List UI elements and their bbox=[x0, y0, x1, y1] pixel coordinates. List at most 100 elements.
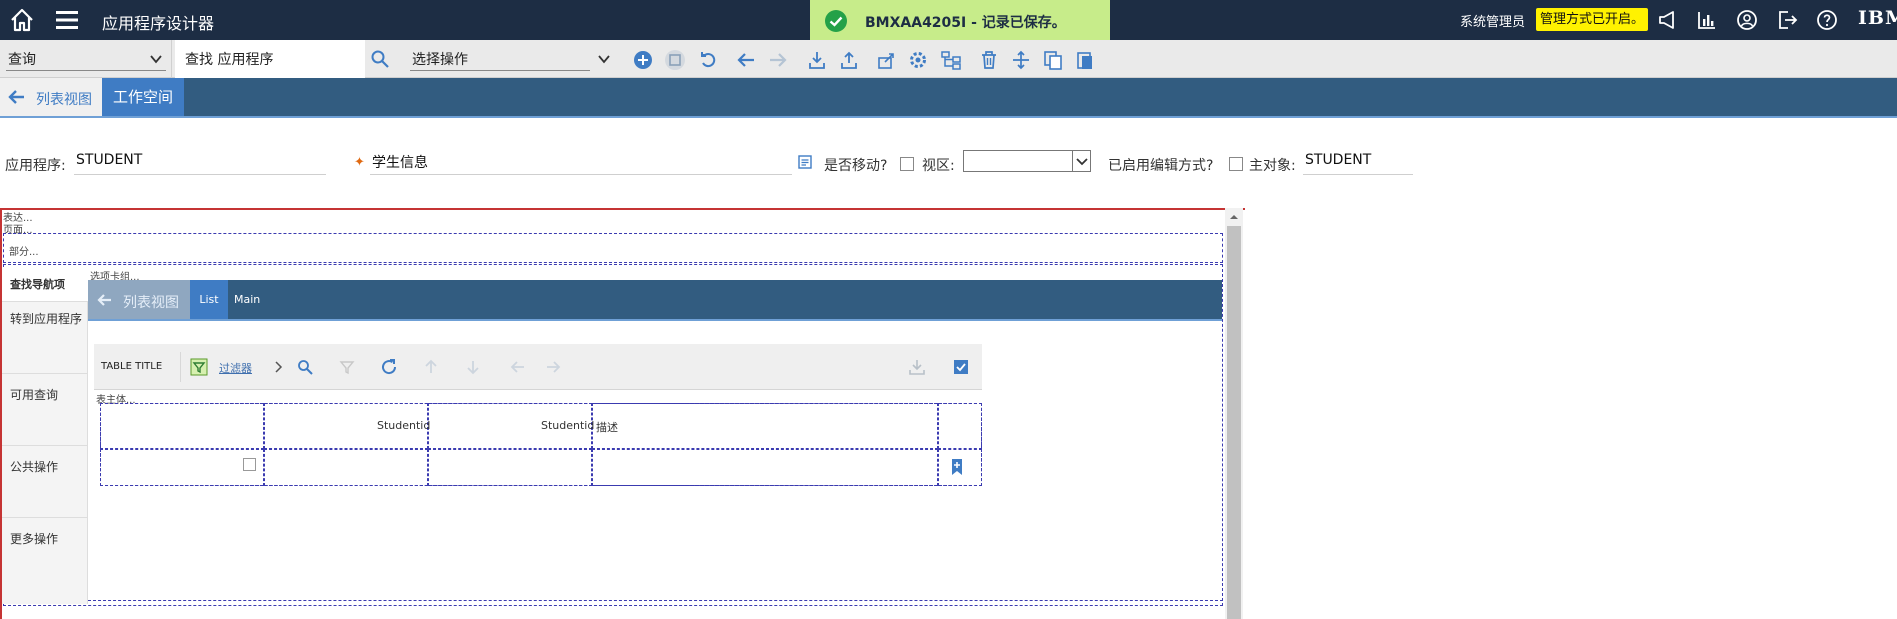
sort-down-icon[interactable] bbox=[464, 358, 482, 376]
home-icon[interactable] bbox=[9, 7, 35, 33]
chevron-right-icon[interactable] bbox=[269, 358, 287, 376]
cell-description[interactable] bbox=[592, 449, 938, 486]
admin-mode-badge[interactable]: 管理方式已开启。 bbox=[1536, 8, 1648, 31]
select-action-dropdown[interactable]: 选择操作 bbox=[410, 40, 615, 78]
tab-list[interactable]: List bbox=[190, 280, 228, 319]
new-record-icon[interactable] bbox=[632, 49, 654, 71]
move-icon[interactable] bbox=[1010, 49, 1032, 71]
inner-list-view-label: 列表视图 bbox=[123, 295, 179, 311]
sidebar-item-more-actions[interactable]: 更多操作 bbox=[2, 518, 88, 604]
share-icon[interactable] bbox=[875, 49, 897, 71]
filter-icon[interactable] bbox=[190, 358, 208, 376]
column-label-studentid-2: Studentid bbox=[541, 419, 595, 432]
main-object-label: 主对象: bbox=[1249, 158, 1296, 174]
sidebar-item-common-actions[interactable]: 公共操作 bbox=[2, 446, 88, 518]
page-previous-icon[interactable] bbox=[509, 358, 527, 376]
refresh-icon[interactable] bbox=[380, 358, 398, 376]
duplicate-icon[interactable] bbox=[1042, 49, 1064, 71]
canvas-scrollbar[interactable] bbox=[1225, 208, 1243, 619]
search-input[interactable]: 查找 应用程序 bbox=[175, 40, 365, 78]
scrollbar-thumb[interactable] bbox=[1227, 226, 1241, 619]
logout-icon[interactable] bbox=[1775, 8, 1799, 32]
editable-label: 已启用编辑方式? bbox=[1108, 158, 1214, 174]
back-arrow-icon bbox=[8, 90, 24, 104]
save-toast: BMXAA4205I - 记录已保存。 bbox=[810, 0, 1110, 42]
select-action-value: 选择操作 bbox=[412, 52, 468, 68]
menu-icon[interactable] bbox=[54, 8, 80, 32]
back-arrow-icon bbox=[97, 294, 111, 306]
chart-icon[interactable] bbox=[1695, 8, 1719, 32]
row-checkbox[interactable] bbox=[243, 458, 256, 471]
list-view-tab[interactable]: 列表视图 bbox=[0, 78, 102, 116]
inner-tab-bar: 列表视图 List Main bbox=[88, 280, 1222, 321]
search-input-value: 查找 应用程序 bbox=[185, 52, 274, 68]
view-select[interactable] bbox=[963, 150, 1091, 172]
undo-icon[interactable] bbox=[697, 49, 719, 71]
query-select-value: 查询 bbox=[8, 52, 36, 68]
import-icon[interactable] bbox=[806, 49, 828, 71]
query-select[interactable]: 查询 bbox=[0, 40, 172, 78]
sidebar-item-queries[interactable]: 可用查询 bbox=[2, 374, 88, 446]
download-icon[interactable] bbox=[908, 358, 926, 376]
column-header-description[interactable] bbox=[592, 403, 938, 449]
cell-studentid-2[interactable] bbox=[428, 449, 592, 486]
bookmark-add-icon[interactable] bbox=[951, 458, 963, 476]
search-icon[interactable] bbox=[370, 49, 390, 69]
section-container[interactable] bbox=[3, 233, 1223, 263]
column-label-studentid-1: Studentid bbox=[377, 419, 431, 432]
table-toolbar: TABLE TITLE 过滤器 bbox=[94, 344, 982, 390]
view-label: 视区: bbox=[922, 158, 955, 174]
tab-main[interactable]: Main bbox=[234, 293, 260, 306]
tree-structure-icon[interactable] bbox=[940, 49, 962, 71]
clear-filter-icon[interactable] bbox=[338, 358, 356, 376]
toast-message: BMXAA4205I - 记录已保存。 bbox=[865, 15, 1066, 31]
paste-icon[interactable] bbox=[1074, 49, 1096, 71]
table-title: TABLE TITLE bbox=[101, 361, 163, 372]
search-icon[interactable] bbox=[296, 358, 314, 376]
scroll-up-icon[interactable] bbox=[1229, 212, 1239, 222]
ibm-logo: IBM bbox=[1858, 7, 1897, 29]
help-icon[interactable] bbox=[1815, 8, 1839, 32]
select-records-icon[interactable] bbox=[952, 358, 970, 376]
save-icon[interactable] bbox=[664, 49, 686, 71]
previous-arrow-icon[interactable] bbox=[735, 49, 757, 71]
settings-gear-icon[interactable] bbox=[907, 49, 929, 71]
section-marker[interactable]: 部分... bbox=[9, 243, 39, 258]
description-field[interactable]: 学生信息 bbox=[370, 152, 792, 175]
tab-workspace[interactable]: 工作空间 bbox=[102, 78, 184, 116]
app-field[interactable]: STUDENT bbox=[74, 152, 326, 175]
mobile-checkbox[interactable] bbox=[900, 157, 914, 171]
nav-tab-bar: 列表视图 工作空间 bbox=[0, 78, 1897, 118]
chevron-down-icon bbox=[598, 55, 610, 64]
user-name: 系统管理员 bbox=[1460, 15, 1526, 30]
page-next-icon[interactable] bbox=[544, 358, 562, 376]
mobile-label: 是否移动? bbox=[824, 158, 888, 174]
inner-list-view-tab[interactable]: 列表视图 bbox=[88, 280, 190, 319]
app-title: 应用程序设计器 bbox=[102, 14, 215, 33]
app-header-form: 应用程序: STUDENT ✦ 学生信息 是否移动? 视区: 已启用编辑方式? … bbox=[0, 150, 1897, 180]
column-header-action[interactable] bbox=[938, 403, 982, 449]
main-object-field[interactable]: STUDENT bbox=[1303, 152, 1413, 175]
filter-link[interactable]: 过滤器 bbox=[219, 360, 252, 376]
column-label-description: 描述 bbox=[596, 421, 618, 434]
cell-select[interactable] bbox=[100, 449, 264, 486]
user-icon[interactable] bbox=[1735, 8, 1759, 32]
column-header-select[interactable] bbox=[100, 403, 264, 449]
required-star-icon: ✦ bbox=[354, 155, 365, 170]
delete-icon[interactable] bbox=[978, 49, 1000, 71]
designer-sidebar: 查找导航项 转到应用程序 可用查询 公共操作 更多操作 bbox=[2, 268, 88, 604]
export-icon[interactable] bbox=[838, 49, 860, 71]
cell-studentid-1[interactable] bbox=[264, 449, 428, 486]
list-view-label: 列表视图 bbox=[36, 92, 92, 108]
tab-group-bottom-border bbox=[88, 600, 1223, 604]
megaphone-icon[interactable] bbox=[1656, 8, 1680, 32]
chevron-down-icon bbox=[1072, 151, 1090, 171]
sidebar-item-find-nav[interactable]: 查找导航项 bbox=[2, 268, 88, 302]
sidebar-item-goto-app[interactable]: 转到应用程序 bbox=[2, 302, 88, 374]
editable-checkbox[interactable] bbox=[1229, 157, 1243, 171]
long-description-icon[interactable] bbox=[798, 155, 812, 169]
app-label: 应用程序: bbox=[5, 158, 66, 174]
next-arrow-icon[interactable] bbox=[767, 49, 789, 71]
chevron-down-icon bbox=[150, 55, 162, 64]
sort-up-icon[interactable] bbox=[422, 358, 440, 376]
